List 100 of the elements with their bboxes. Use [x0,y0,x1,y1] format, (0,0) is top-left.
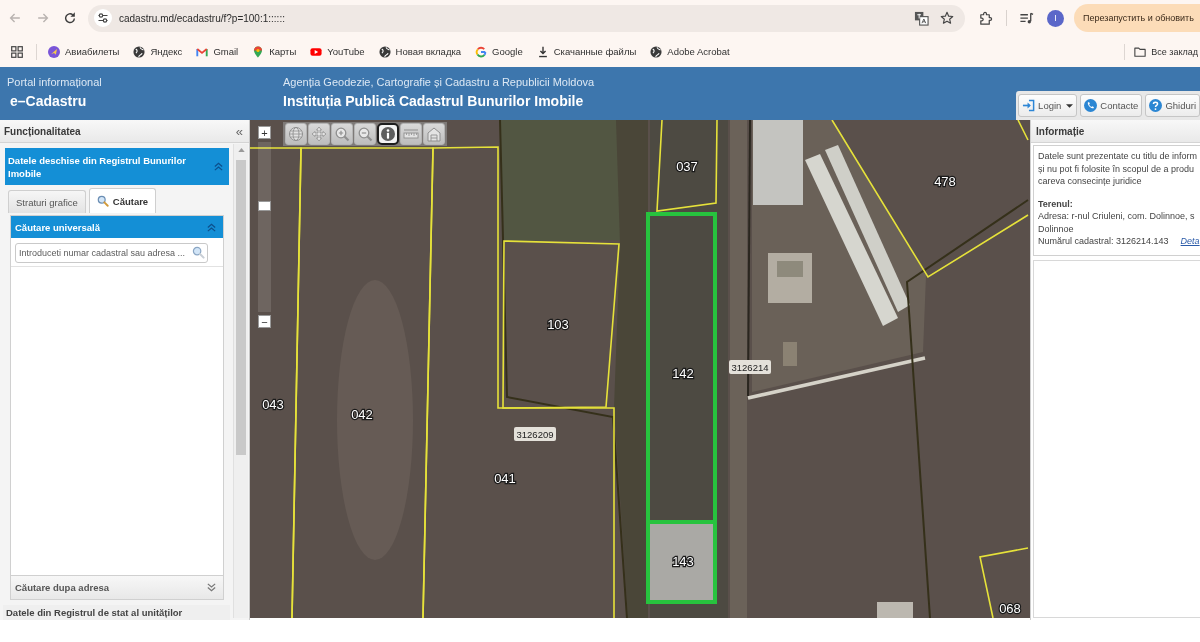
parcel-boundary[interactable] [656,120,718,212]
parcel-boundary[interactable] [831,120,1029,279]
bookmark-item[interactable]: Gmail [196,45,239,58]
parcel-heading: Terenul: [1038,197,1074,210]
search-field[interactable]: Introduceti numar cadastral sau adresa ... [15,243,208,263]
building-roof [877,602,913,618]
sector-number-label: 3126209 [514,427,556,441]
notice-text: Datele sunt prezentate cu titlu de inform [1038,150,1199,163]
cadastral-number-text: Numărul cadastral: 3126214.143 [1038,236,1169,246]
url-text: cadastru.md/ecadastru/f?p=100:1:::::: [119,12,285,24]
reload-icon[interactable] [63,11,77,25]
bookmark-item[interactable]: Яндекс [133,45,183,58]
parcel-number: 143 [672,554,694,569]
portal-subtitle: Portal informațional [7,76,103,88]
bookmark-item[interactable]: Скачанные файлы [536,45,637,58]
parcel-number: 037 [676,159,698,174]
help-icon [1149,99,1163,112]
scroll-up-icon[interactable] [237,148,245,152]
bookmark-label: Adobe Acrobat [667,46,730,57]
ruler-icon [403,126,419,142]
search-icon[interactable] [192,246,205,259]
bookmark-label: Карты [269,46,297,57]
accordion-header[interactable]: Căutare dupa adresa [11,575,223,599]
zoom-slider-track[interactable] [258,142,271,312]
parcel-number: 042 [351,407,373,422]
puzzle-icon[interactable] [978,10,993,26]
bookmark-item[interactable]: YouTube [310,45,365,58]
house-roof [768,253,812,303]
contacts-button[interactable]: Contacte [1080,94,1143,117]
g-logo-icon [475,45,488,58]
parcel-number: 103 [547,317,569,332]
bookmark-label: YouTube [327,46,365,57]
bookmark-item[interactable]: Карты [252,45,297,58]
address-bar[interactable]: cadastru.md/ecadastru/f?p=100:1:::::: [88,4,965,32]
phone-icon [1084,99,1098,112]
collapse-button[interactable]: « [235,124,243,138]
bookmark-item[interactable]: Google [475,45,523,58]
parcel-boundary[interactable] [422,146,615,618]
notice-text: și nu pot fi folosite în scopul de a produ [1038,162,1196,175]
bookmark-item[interactable]: Авиабилеты [48,45,120,58]
login-button[interactable]: Login [1018,94,1078,117]
update-button[interactable]: Перезапустить и обновить [1074,4,1200,32]
bookmark-label: Gmail [213,46,239,57]
info-icon [380,126,396,142]
accordion-header[interactable]: Datele din Registrul de stat al unităților [3,605,230,620]
bookmark-label: Google [492,46,523,57]
globe-icon [650,45,663,58]
notice-text: careva consecințe juridice [1038,175,1143,188]
globe-icon [378,45,391,58]
panel-title: Informație [1036,125,1085,137]
site-settings-icon[interactable] [94,9,112,27]
portal-title: e–Cadastru [10,93,88,109]
zoom-out-button[interactable]: − [258,315,271,328]
bookmark-label: Авиабилеты [65,46,120,57]
all-bookmarks-button[interactable]: Все заклад [1134,45,1198,58]
parcel-number: 068 [999,601,1021,616]
sector-number-label: 3126214 [729,360,771,374]
double-chevron-up-icon [206,221,217,233]
address-text: Adresa: r-nul Criuleni, com. Dolinnoe, s [1038,210,1196,223]
panel-title: Funcționalitatea [4,125,81,137]
guides-button[interactable]: Ghiduri [1145,94,1200,117]
star-icon[interactable] [940,11,954,25]
shed-roof [783,342,797,366]
details-link[interactable]: Deta [1180,236,1200,246]
bookmark-label: Яндекс [150,46,183,57]
tab[interactable]: Straturi grafice [8,190,86,213]
parcel-boundary[interactable] [979,547,1029,618]
map-tool-button[interactable] [377,123,399,145]
translate-icon[interactable] [914,10,929,26]
folder-icon [1134,45,1147,58]
accordion-header[interactable]: Căutare universală [11,216,223,238]
download-icon [536,45,549,58]
double-chevron-up-icon [213,161,224,172]
globe-icon [133,45,146,58]
scrollbar-thumb[interactable] [236,160,246,455]
bookmark-item[interactable]: Adobe Acrobat [650,45,730,58]
parcel-boundary[interactable] [291,147,434,618]
accordion-header[interactable]: Datele deschise din Registrul Bunurilor Imobile [5,148,229,185]
zoom-slider-thumb[interactable] [258,201,271,212]
institution-name: Instituția Publică Cadastrul Bunurilor Imobile [283,93,585,109]
parcel-number: 041 [494,471,516,486]
zoom-out-icon [357,126,373,142]
bookmark-item[interactable]: Новая вкладка [378,45,462,58]
scrollbar[interactable] [233,144,248,618]
profile-avatar[interactable]: I [1047,9,1064,27]
search-icon [96,195,109,207]
globe-icon [288,126,304,142]
zoom-in-button[interactable]: + [258,126,271,139]
agency-name: Agenția Geodezie, Cartografie și Cadastru a Republicii Moldova [283,76,596,88]
bookmark-label: Новая вкладка [395,46,462,57]
address-text: Dolinnoe [1038,222,1075,235]
parcel-boundary[interactable] [502,240,620,409]
bookmark-label: Все заклад [1151,46,1198,57]
house-icon [426,126,442,142]
apps-grid-icon[interactable] [11,45,23,58]
parcel-number: 043 [262,397,284,412]
plane-icon [48,45,60,58]
tab[interactable]: Căutare [88,188,157,213]
media-icon[interactable] [1019,10,1034,26]
double-chevron-down-icon [206,582,217,593]
